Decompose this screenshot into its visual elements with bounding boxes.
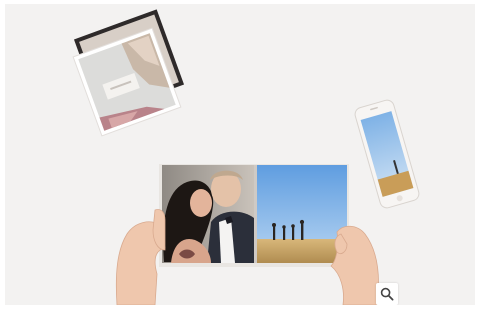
photo-prints [72, 9, 185, 137]
photo-book [159, 164, 349, 267]
zoom-button[interactable] [376, 283, 398, 305]
smartphone [354, 99, 420, 209]
product-image [5, 4, 475, 305]
product-photo [72, 9, 420, 305]
magnifier-icon [380, 287, 394, 301]
